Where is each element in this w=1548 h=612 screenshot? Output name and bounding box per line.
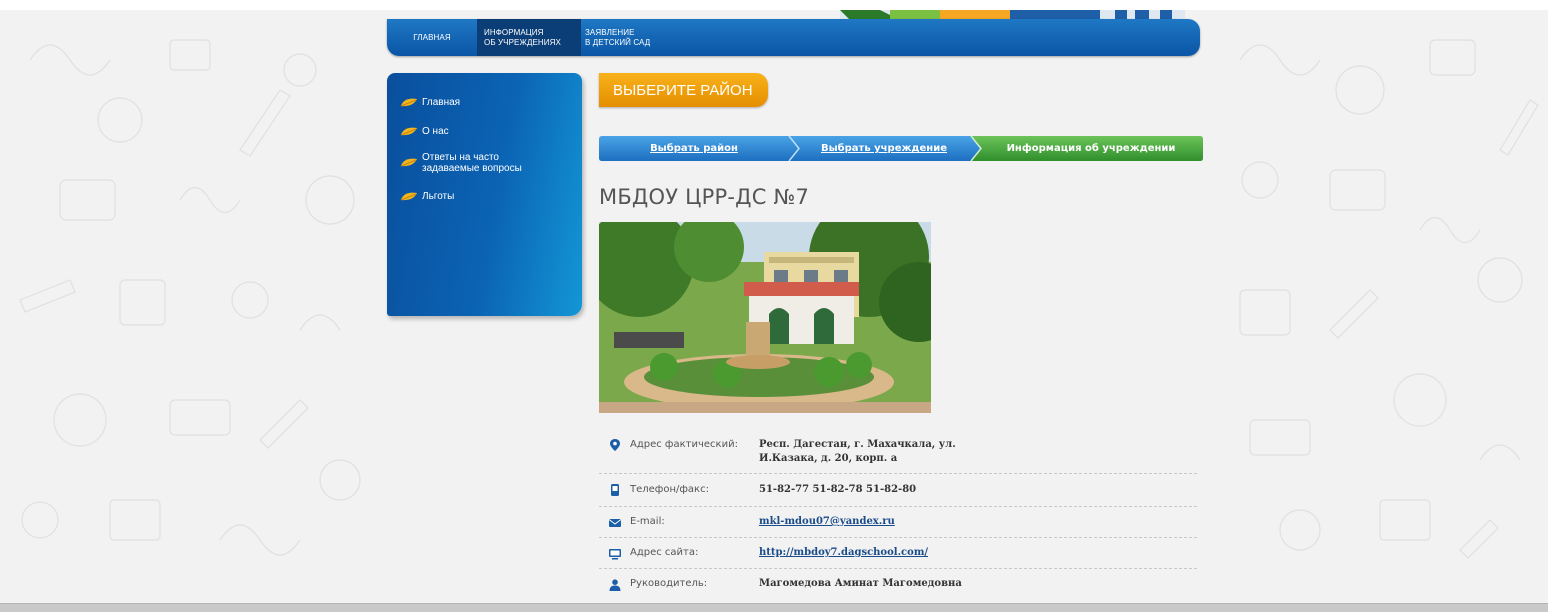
person-icon xyxy=(609,579,621,591)
detail-row-website: Адрес сайта: http://mbdoy7.dagschool.com… xyxy=(599,538,1197,569)
leaf-icon xyxy=(400,158,417,167)
address-value-line1: Респ. Дагестан, г. Махачкала, ул. xyxy=(759,439,956,450)
step-breadcrumb: Выбрать район Выбрать учреждение Информа… xyxy=(599,136,1203,161)
address-value: Респ. Дагестан, г. Махачкала, ул. И.Каза… xyxy=(759,438,956,466)
sidebar-item-faq[interactable]: Ответы на часто задаваемые вопросы xyxy=(400,152,550,174)
phone-value: 51-82-77 51-82-78 51-82-80 xyxy=(759,484,917,495)
monitor-icon xyxy=(609,549,621,560)
detail-row-director: Руководитель: Магомедова Аминат Магомедо… xyxy=(599,569,1197,599)
nav-item-institution-info[interactable]: ИНФОРМАЦИЯ ОБ УЧРЕЖДЕНИЯХ xyxy=(477,19,581,56)
nav-item-kindergarten-application[interactable]: ЗАЯВЛЕНИЕ В ДЕТСКИЙ САД xyxy=(585,19,695,56)
address-label: Адрес фактический: xyxy=(630,439,738,450)
phone-label: Телефон/факс: xyxy=(630,484,709,495)
sidebar-item-label: О нас xyxy=(422,126,449,137)
institution-photo xyxy=(599,222,931,413)
phone-icon xyxy=(611,484,619,496)
nav-item-info-line2: ОБ УЧРЕЖДЕНИЯХ xyxy=(484,37,561,47)
email-link[interactable]: mkl-mdou07@yandex.ru xyxy=(759,515,895,529)
detail-row-email: E-mail: mkl-mdou07@yandex.ru xyxy=(599,507,1197,538)
email-label: E-mail: xyxy=(630,516,665,527)
nav-item-main-label: ГЛАВНАЯ xyxy=(413,32,451,42)
step-institution-info: Информация об учреждении xyxy=(1006,143,1176,154)
step-choose-district[interactable]: Выбрать район xyxy=(599,136,789,161)
leaf-icon xyxy=(400,127,417,136)
envelope-icon xyxy=(609,519,621,527)
sidebar-item-about[interactable]: О нас xyxy=(400,126,449,137)
director-label: Руководитель: xyxy=(630,578,708,589)
website-label: Адрес сайта: xyxy=(630,547,699,558)
nav-item-app-line1: ЗАЯВЛЕНИЕ xyxy=(585,27,635,37)
detail-row-address: Адрес фактический: Респ. Дагестан, г. Ма… xyxy=(599,430,1197,474)
sidebar-menu: Главная О нас Ответы на часто задаваемые… xyxy=(387,73,582,316)
leaf-icon xyxy=(400,192,417,201)
top-navigation: ГЛАВНАЯ ИНФОРМАЦИЯ ОБ УЧРЕЖДЕНИЯХ ЗАЯВЛЕ… xyxy=(387,19,1200,56)
location-pin-icon xyxy=(610,439,620,451)
sidebar-item-label: Льготы xyxy=(422,191,455,202)
detail-row-phone: Телефон/факс: 51-82-77 51-82-78 51-82-80 xyxy=(599,474,1197,507)
sidebar-item-label: Главная xyxy=(422,97,461,108)
step-choose-institution[interactable]: Выбрать учреждение xyxy=(795,136,973,161)
page-title: МБДОУ ЦРР-ДС №7 xyxy=(599,185,810,209)
leaf-icon xyxy=(400,98,417,107)
website-link[interactable]: http://mbdoy7.dagschool.com/ xyxy=(759,546,928,560)
director-value: Магомедова Аминат Магомедовна xyxy=(759,578,962,589)
address-value-line2: И.Казака, д. 20, корп. а xyxy=(759,453,898,464)
sidebar-item-benefits[interactable]: Льготы xyxy=(400,191,454,202)
nav-item-main[interactable]: ГЛАВНАЯ xyxy=(387,19,477,56)
sidebar-item-label: Ответы на часто задаваемые вопросы xyxy=(422,152,522,174)
nav-item-app-line2: В ДЕТСКИЙ САД xyxy=(585,37,651,47)
page-top-edge xyxy=(0,0,1548,10)
sidebar-item-main[interactable]: Главная xyxy=(400,97,460,108)
choose-district-button[interactable]: ВЫБЕРИТЕ РАЙОН xyxy=(599,73,768,107)
nav-item-info-line1: ИНФОРМАЦИЯ xyxy=(484,27,544,37)
